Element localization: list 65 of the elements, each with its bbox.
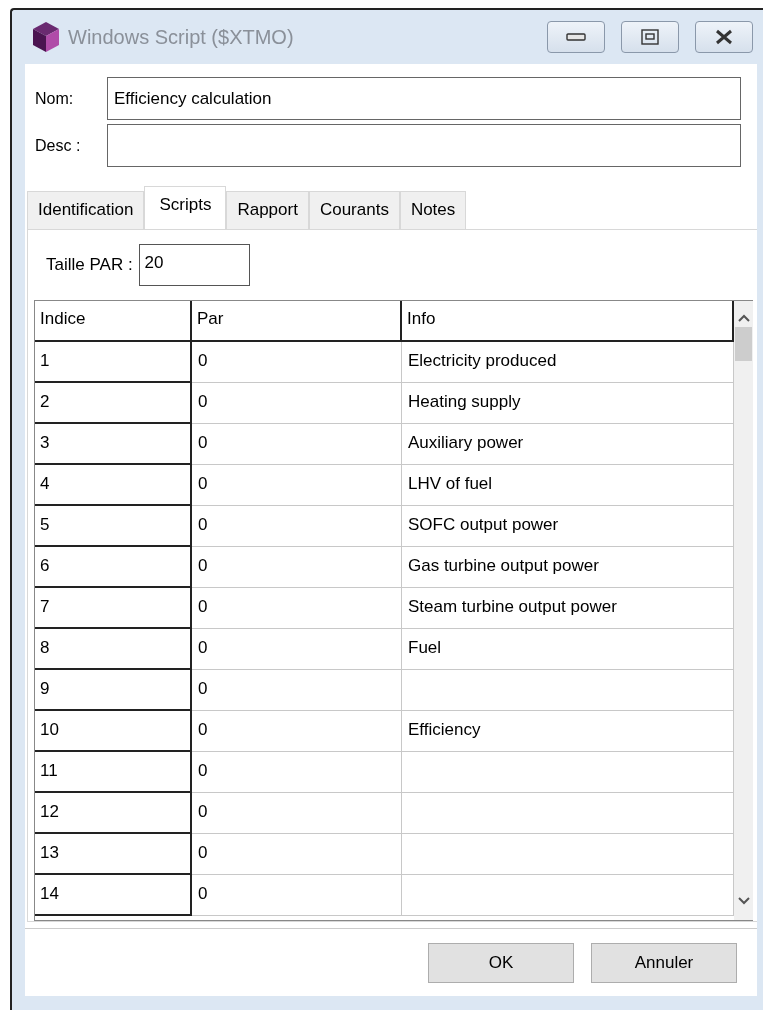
table-cell: 14 xyxy=(35,875,192,916)
close-icon xyxy=(714,29,734,45)
cube-icon xyxy=(32,21,60,53)
name-field[interactable]: Efficiency calculation xyxy=(107,77,741,120)
tab[interactable]: Scripts xyxy=(144,186,227,229)
table-cell: 6 xyxy=(35,547,192,588)
table-cell: 5 xyxy=(35,506,192,547)
table-cell: Heating supply xyxy=(402,383,734,424)
tab[interactable]: Rapport xyxy=(226,191,309,229)
table-cell: 0 xyxy=(192,629,402,670)
size-field[interactable]: 20 xyxy=(138,244,250,286)
table-cell: 0 xyxy=(192,834,402,875)
table-cell: 4 xyxy=(35,465,192,506)
table-cell: 11 xyxy=(35,752,192,793)
description-field[interactable] xyxy=(107,124,741,167)
scroll-up-icon[interactable] xyxy=(736,313,751,323)
field-label: Nom: xyxy=(35,89,75,108)
maximize-icon xyxy=(641,29,659,45)
table-cell: LHV of fuel xyxy=(402,465,734,506)
table-cell: Gas turbine output power xyxy=(402,547,734,588)
table-cell: 0 xyxy=(192,670,402,711)
column-header[interactable]: Par xyxy=(192,301,402,342)
table-cell: 0 xyxy=(192,465,402,506)
tab[interactable]: Courants xyxy=(308,191,400,229)
table-cell: 12 xyxy=(35,793,192,834)
scroll-thumb[interactable] xyxy=(735,327,752,361)
scroll-down-icon[interactable] xyxy=(736,896,751,906)
maximize-button[interactable] xyxy=(621,21,679,53)
table-cell: 0 xyxy=(192,506,402,547)
table-cell: 9 xyxy=(35,670,192,711)
cancel-button[interactable]: Annuler xyxy=(591,942,737,983)
table-cell: 0 xyxy=(192,588,402,629)
minimize-icon xyxy=(566,32,586,42)
table-cell: Auxiliary power xyxy=(402,424,734,465)
table-cell: Fuel xyxy=(402,629,734,670)
table-cell: 0 xyxy=(192,547,402,588)
table-cell: 0 xyxy=(192,793,402,834)
table-cell: 10 xyxy=(35,711,192,752)
table-cell: Steam turbine output power xyxy=(402,588,734,629)
table-cell: 0 xyxy=(192,875,402,916)
table-cell: Efficiency xyxy=(402,711,734,752)
field-label: Desc : xyxy=(35,136,82,155)
table-cell: 0 xyxy=(192,752,402,793)
scrollbar[interactable] xyxy=(734,301,753,920)
window-title: Windows Script ($XTMO) xyxy=(68,25,295,49)
tab[interactable]: Identification xyxy=(27,191,145,229)
tab[interactable]: Notes xyxy=(399,191,467,229)
minimize-button[interactable] xyxy=(547,21,605,53)
table-cell: 2 xyxy=(35,383,192,424)
table-cell: SOFC output power xyxy=(402,506,734,547)
column-header[interactable]: Indice xyxy=(35,301,192,342)
table-cell: 0 xyxy=(192,424,402,465)
table-cell: 0 xyxy=(192,383,402,424)
table-cell: 3 xyxy=(35,424,192,465)
table-cell: 8 xyxy=(35,629,192,670)
table-cell: 1 xyxy=(35,342,192,383)
field-label: Taille PAR : xyxy=(46,255,133,275)
table-cell: 7 xyxy=(35,588,192,629)
table-cell: 0 xyxy=(192,711,402,752)
table-cell: 13 xyxy=(35,834,192,875)
ok-button[interactable]: OK xyxy=(428,942,574,983)
close-button[interactable] xyxy=(695,21,753,53)
table-cell: 0 xyxy=(192,342,402,383)
column-header[interactable]: Info xyxy=(402,301,734,342)
table-cell: Electricity produced xyxy=(402,342,734,383)
